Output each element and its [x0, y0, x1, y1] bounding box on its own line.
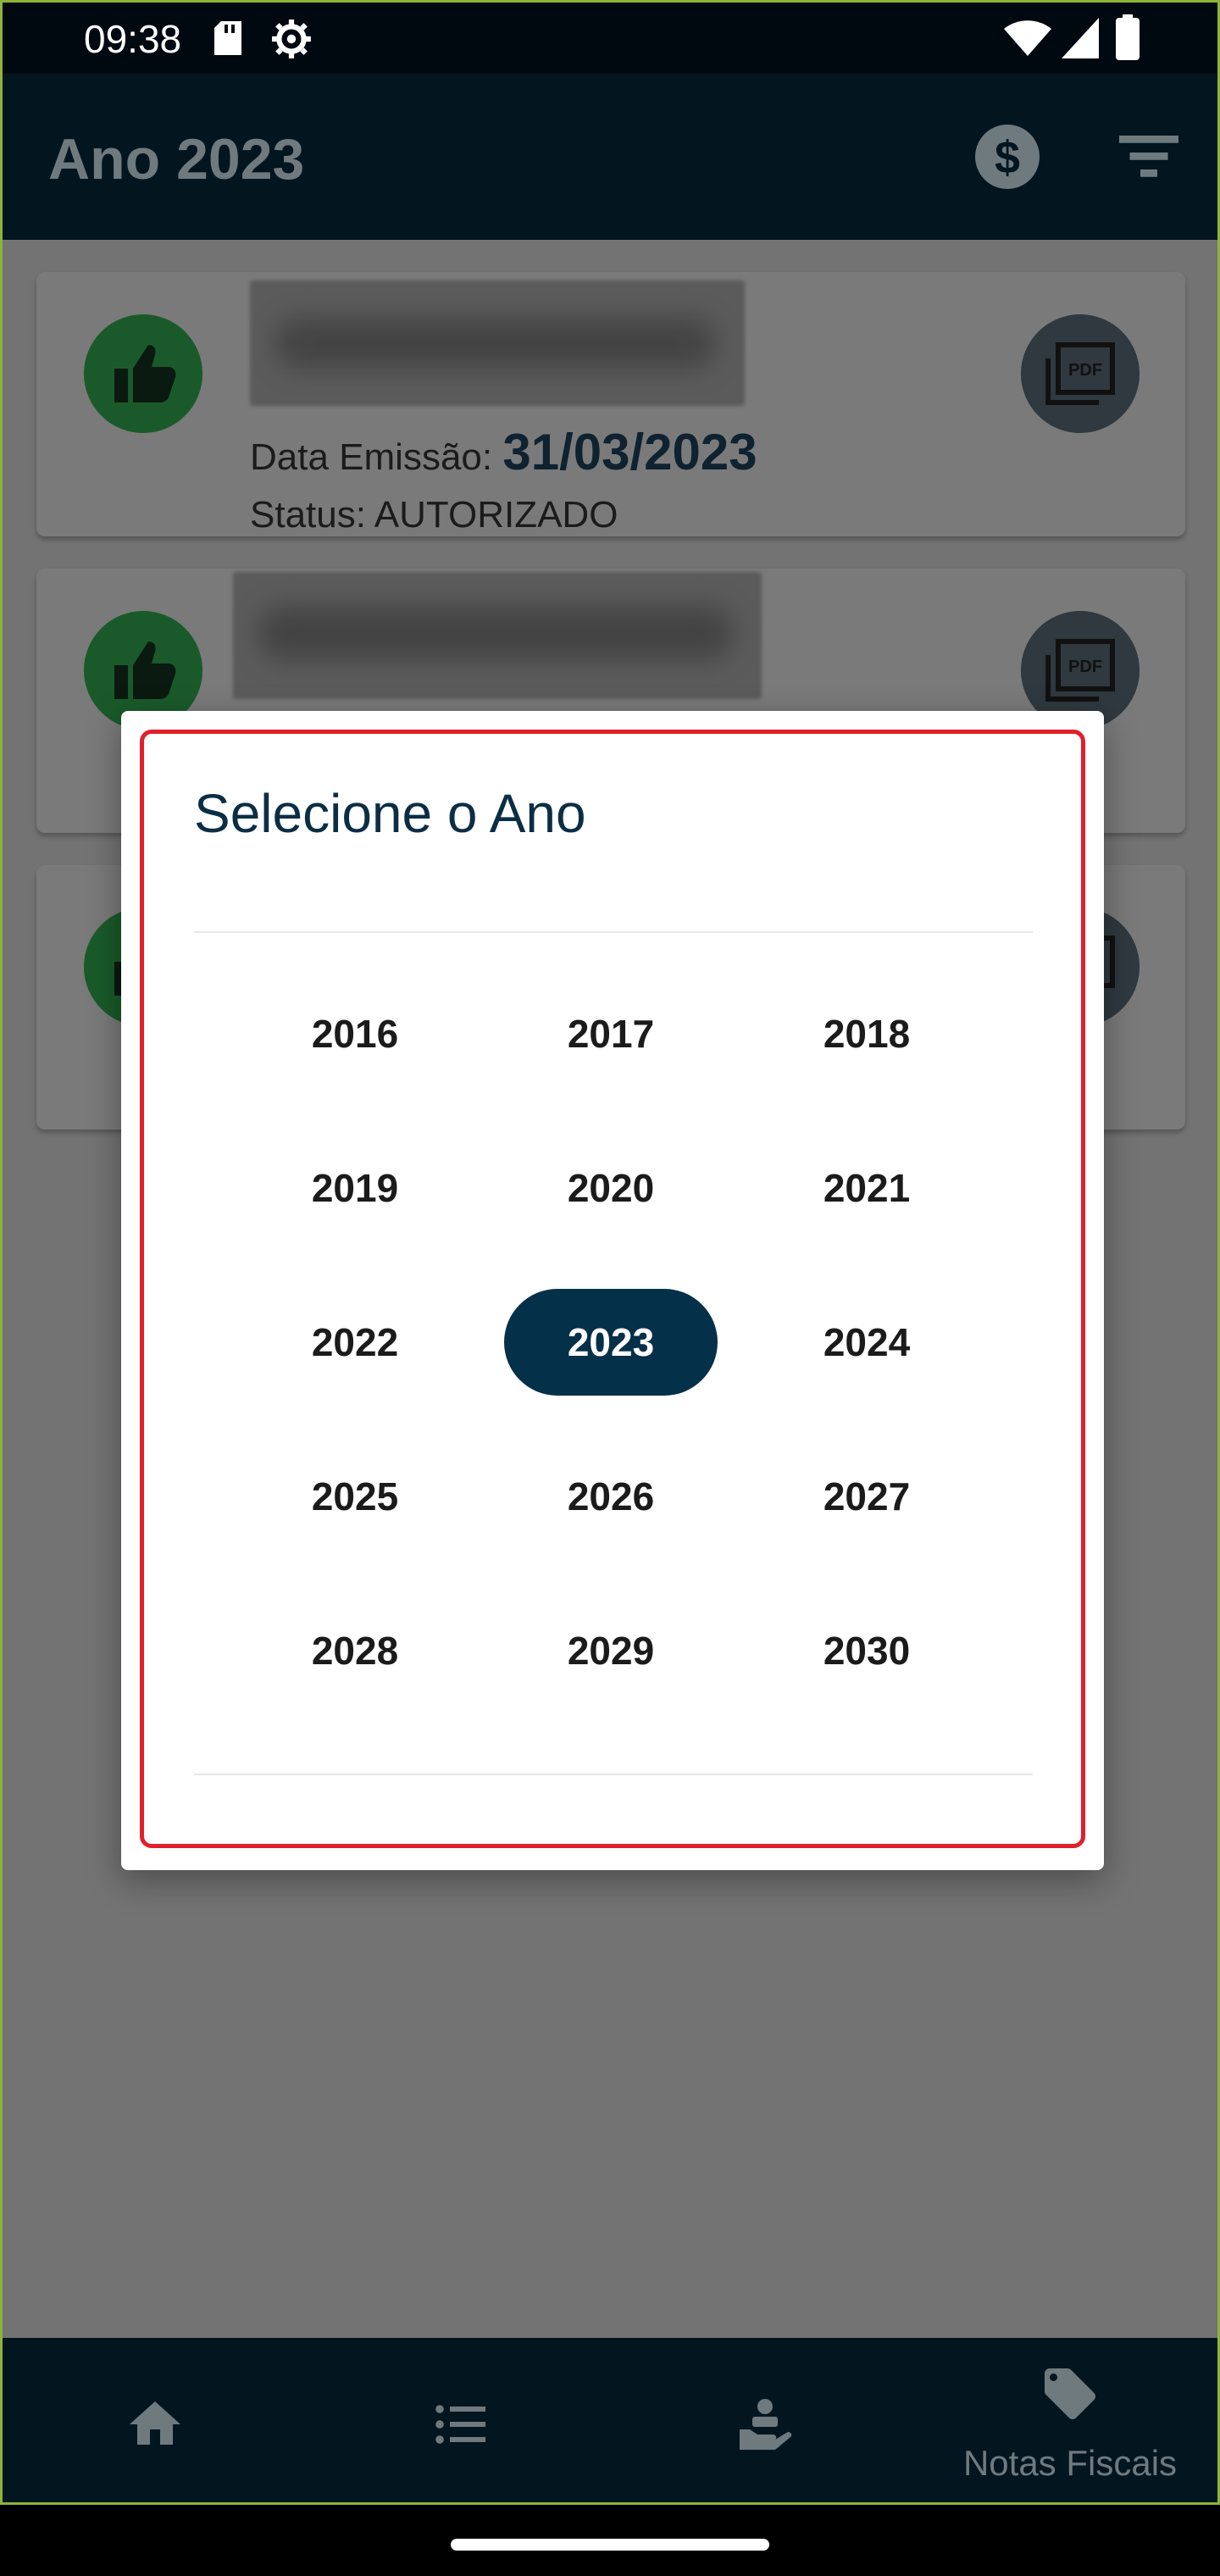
wifi-icon	[1004, 20, 1051, 56]
list-icon	[435, 2405, 485, 2444]
year-option-2020[interactable]: 2020	[504, 1135, 718, 1241]
year-option-2016[interactable]: 2016	[248, 980, 462, 1087]
nav-item-label: Notas Fiscais	[962, 2443, 1178, 2483]
year-option-2026[interactable]: 2026	[504, 1443, 718, 1550]
year-option-2029[interactable]: 2029	[504, 1597, 718, 1704]
year-option-2022[interactable]: 2022	[248, 1289, 462, 1396]
hand-coins-icon	[740, 2399, 792, 2450]
status-text: Status: AUTORIZADO	[250, 494, 618, 536]
divider	[194, 931, 1033, 933]
battery-icon	[1116, 14, 1140, 60]
blurred-content	[250, 280, 745, 406]
nav-item-home[interactable]	[3, 2338, 308, 2502]
page-title: Ano 2023	[48, 127, 305, 192]
year-option-2027[interactable]: 2027	[760, 1443, 973, 1550]
year-option-2028[interactable]: 2028	[248, 1597, 462, 1704]
divider	[194, 1774, 1033, 1775]
year-option-2019[interactable]: 2019	[248, 1135, 462, 1241]
year-option-2025[interactable]: 2025	[248, 1443, 462, 1550]
cell-signal-icon	[1062, 18, 1099, 58]
status-time: 09:38	[84, 17, 182, 61]
dialog-title: Selecione o Ano	[194, 783, 586, 844]
invoice-card[interactable]: PDF Data Emissão: 31/03/2023 Status: AUT…	[36, 272, 1185, 536]
nav-item-payments[interactable]	[613, 2338, 918, 2502]
tag-icon	[1045, 2368, 1095, 2419]
year-option-2021[interactable]: 2021	[760, 1135, 973, 1241]
year-option-2017[interactable]: 2017	[504, 980, 718, 1087]
phone-screen: 09:38 Ano 2023 $ PDF Data Emissão: 31/03…	[0, 0, 1220, 2505]
issue-date-value: 31/03/2023	[502, 424, 757, 480]
svg-text:PDF: PDF	[1068, 658, 1102, 676]
thumbs-up-icon	[84, 314, 202, 433]
svg-text:$: $	[995, 132, 1020, 183]
sd-card-icon	[214, 21, 241, 55]
year-option-2024[interactable]: 2024	[760, 1289, 973, 1396]
nav-item-list[interactable]	[308, 2338, 613, 2502]
svg-text:PDF: PDF	[1068, 361, 1102, 380]
dollar-icon[interactable]: $	[975, 125, 1040, 189]
year-option-2023[interactable]: 2023	[504, 1289, 718, 1396]
filter-icon[interactable]	[1119, 133, 1178, 180]
pdf-icon[interactable]: PDF	[1021, 314, 1140, 433]
bottom-navigation: Notas Fiscais	[3, 2338, 1217, 2502]
blurred-content	[233, 572, 762, 699]
issue-date-line: Data Emissão: 31/03/2023	[250, 423, 757, 481]
nav-item-notas-fiscais[interactable]: Notas Fiscais	[918, 2338, 1217, 2502]
year-option-2030[interactable]: 2030	[760, 1597, 973, 1704]
issue-date-label: Data Emissão:	[250, 436, 503, 478]
home-icon	[130, 2401, 180, 2445]
status-bar: 09:38	[3, 3, 1217, 74]
settings-gear-icon	[272, 19, 311, 58]
gesture-bar[interactable]	[451, 2539, 769, 2551]
app-bar: Ano 2023 $	[3, 74, 1217, 240]
year-picker-dialog: Selecione o Ano 2016 2017 2018 2019 2020 2021…	[121, 711, 1104, 1870]
year-option-2018[interactable]: 2018	[760, 980, 973, 1087]
